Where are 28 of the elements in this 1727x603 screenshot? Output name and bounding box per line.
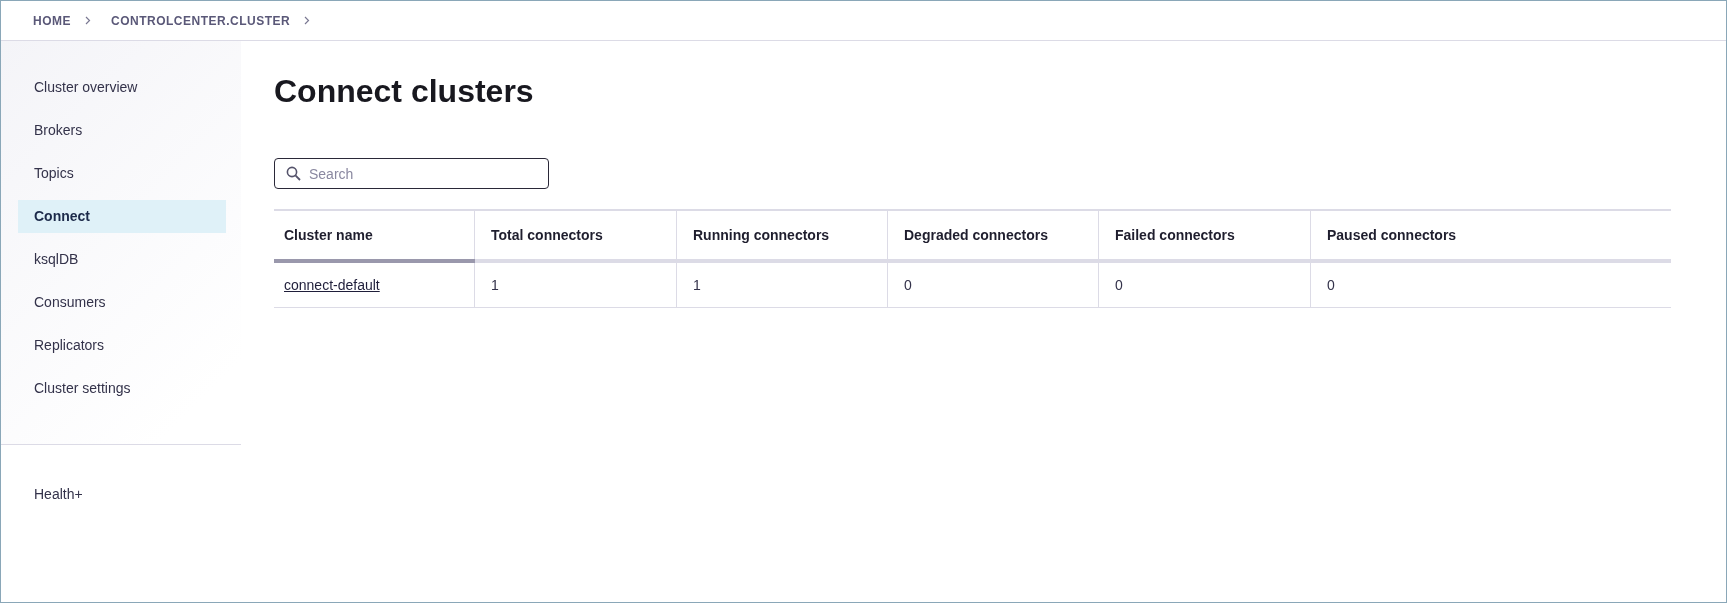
sidebar-item[interactable]: Connect	[18, 200, 226, 233]
sidebar-item[interactable]: Consumers	[18, 286, 226, 319]
column-header[interactable]: Running connectors	[693, 227, 830, 243]
table-cell: 0	[1327, 277, 1335, 293]
sidebar-item[interactable]: Topics	[18, 157, 226, 190]
breadcrumb-link[interactable]: HOME	[33, 13, 71, 28]
sidebar-item[interactable]: Health+	[18, 478, 226, 511]
column-header[interactable]: Paused connectors	[1327, 227, 1457, 243]
column-header[interactable]: Cluster name	[284, 227, 373, 243]
sidebar-item[interactable]: Cluster overview	[18, 71, 226, 104]
column-header[interactable]: Failed connectors	[1115, 227, 1235, 243]
table-cell: 1	[491, 277, 499, 293]
breadcrumb-link[interactable]: CONTROLCENTER.CLUSTER	[111, 13, 291, 28]
cluster-link[interactable]: connect-default	[284, 277, 380, 293]
column-header[interactable]: Total connectors	[491, 227, 603, 243]
table-cell: 0	[904, 277, 912, 293]
sidebar-item[interactable]: Brokers	[18, 114, 226, 147]
sidebar-item[interactable]: Cluster settings	[18, 372, 226, 405]
chevron-right-icon	[304, 16, 311, 25]
search-field[interactable]: Search	[274, 158, 549, 189]
table-cell: 1	[693, 277, 701, 293]
page-title: Connect clusters	[274, 72, 535, 111]
sidebar-item[interactable]: Replicators	[18, 329, 226, 362]
sidebar-item[interactable]: ksqlDB	[18, 243, 226, 276]
chevron-right-icon	[85, 16, 91, 25]
column-header[interactable]: Degraded connectors	[904, 227, 1048, 243]
search-icon	[286, 166, 301, 181]
table-cell: 0	[1115, 277, 1123, 293]
